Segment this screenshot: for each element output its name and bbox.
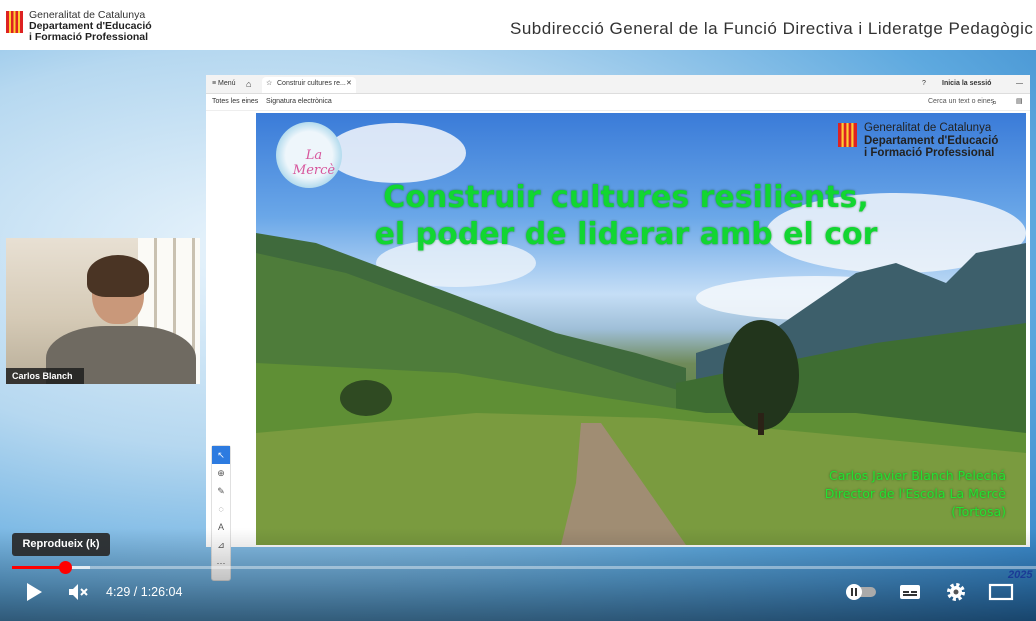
hamburger-icon: ≡: [212, 80, 217, 87]
webcam-name-label: Carlos Blanch: [6, 368, 84, 384]
zoom-tool-icon[interactable]: ⊕: [212, 464, 230, 482]
menu-button[interactable]: ≡ Menú: [212, 75, 236, 93]
generalitat-text: Generalitat de Catalunya Departament d'E…: [29, 10, 152, 43]
star-icon: ☆: [266, 80, 273, 87]
slide-generalitat-logo: Generalitat de Catalunya Departament d'E…: [838, 121, 1018, 161]
cursor-tool-icon[interactable]: ↖: [212, 446, 230, 464]
menu-label: Menú: [218, 80, 236, 87]
org-line3: i Formació Professional: [29, 31, 149, 43]
play-tooltip: Reprodueix (k): [12, 533, 110, 556]
browser-tab-bar: ≡ Menú ⌂ ☆ Construir cultures re... ✕ ? …: [206, 75, 1030, 94]
webcam-feed: [6, 238, 200, 384]
slide-title-line1: Construir cultures resilients,: [383, 180, 869, 215]
progress-scrubber[interactable]: [59, 561, 72, 574]
slide-org-line2: Departament d'Educació: [864, 134, 999, 147]
generalitat-flag-icon: [838, 123, 857, 147]
browser-tab-active[interactable]: ☆ Construir cultures re... ✕: [262, 77, 356, 93]
subtitles-icon[interactable]: [898, 580, 922, 604]
signin-link[interactable]: Inicia la sessió: [942, 75, 991, 93]
play-icon[interactable]: [24, 580, 44, 604]
close-tab-icon[interactable]: ✕: [346, 75, 352, 93]
home-icon[interactable]: ⌂: [246, 75, 251, 93]
autoplay-toggle-icon[interactable]: [844, 580, 878, 604]
generalitat-logo-icon: [6, 11, 23, 33]
lasso-tool-icon[interactable]: ◌: [212, 500, 230, 518]
panel-icon[interactable]: ▤: [1016, 94, 1023, 110]
pen-tool-icon[interactable]: ✎: [212, 482, 230, 500]
player-controls-gradient: [0, 528, 1036, 621]
video-frame[interactable]: Generalitat de Catalunya Departament d'E…: [0, 0, 1036, 621]
settings-gear-icon[interactable]: [944, 580, 968, 604]
slide-org-line3: i Formació Professional: [864, 147, 995, 159]
slide-author: Carlos Javier Blanch Pelechá Director de…: [825, 467, 1006, 521]
theater-mode-icon[interactable]: [988, 580, 1014, 604]
pdf-toolbar: Totes les eines Signatura electrònica Ce…: [206, 94, 1030, 111]
search-icon[interactable]: ⌕: [992, 94, 997, 110]
banner-title: Subdirecció General de la Funció Directi…: [510, 19, 1034, 38]
slide-title: Construir cultures resilients, el poder …: [366, 179, 886, 253]
author-location: (Tortosa): [951, 504, 1006, 519]
left-panel: ↖ ⊕ ✎ ◌ A ⊿ ⋯: [206, 111, 256, 581]
shared-screen: ≡ Menú ⌂ ☆ Construir cultures re... ✕ ? …: [206, 75, 1030, 581]
progress-bar[interactable]: [12, 566, 1036, 569]
la-merce-logo-text: La Mercè: [292, 148, 336, 178]
search-input[interactable]: Cerca un text o eines: [928, 94, 994, 110]
slide-generalitat-text: Generalitat de Catalunya Departament d'E…: [864, 122, 998, 160]
progress-fill: [12, 566, 65, 569]
presentation-slide: La Mercè Generalitat de Catalunya Depart…: [256, 113, 1026, 545]
help-icon[interactable]: ?: [922, 75, 926, 93]
slide-title-line2: el poder de liderar amb el cor: [374, 217, 878, 252]
minimize-icon[interactable]: —: [1016, 75, 1023, 93]
time-display: 4:29 / 1:26:04: [106, 585, 183, 599]
mute-icon[interactable]: [66, 580, 90, 604]
esign-button[interactable]: Signatura electrònica: [266, 94, 332, 110]
webcam-person-hair: [87, 255, 149, 297]
tab-title: Construir cultures re...: [277, 80, 346, 87]
author-name: Carlos Javier Blanch Pelechá: [829, 468, 1006, 483]
slide-org-line1: Generalitat de Catalunya: [864, 122, 992, 134]
la-merce-logo: La Mercè: [266, 120, 352, 192]
top-banner: Generalitat de Catalunya Departament d'E…: [0, 0, 1036, 50]
author-role: Director de l'Escola La Mercè: [824, 486, 1006, 501]
all-tools-button[interactable]: Totes les eines: [212, 94, 258, 110]
